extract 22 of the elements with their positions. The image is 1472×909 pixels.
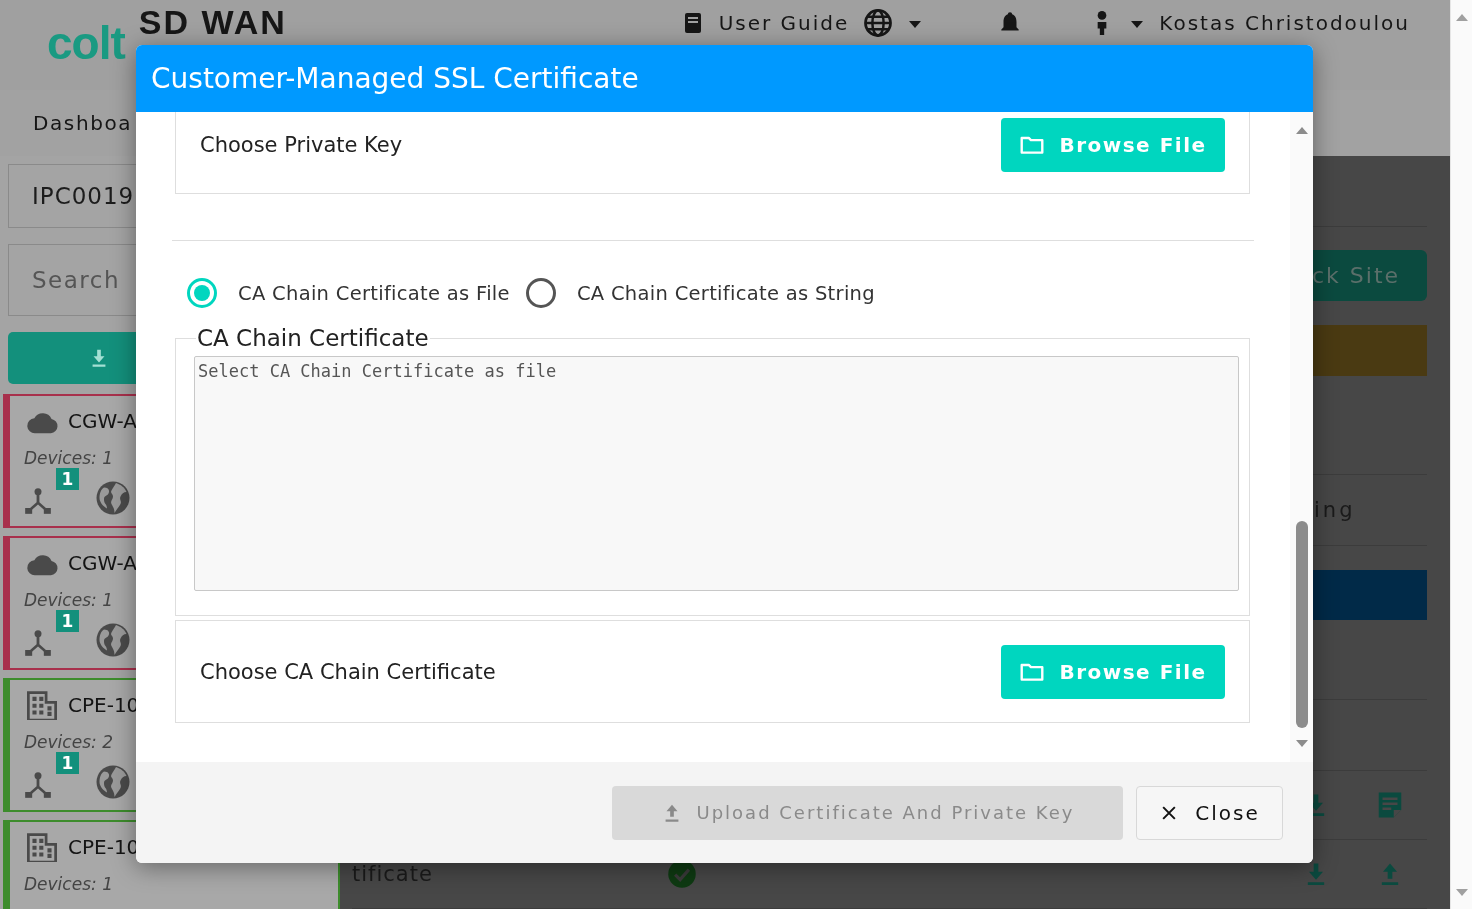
dialog-title: Customer-Managed SSL Certificate xyxy=(151,62,639,95)
device-count: Devices: 1 xyxy=(24,874,114,894)
radio-label[interactable]: CA Chain Certificate as String xyxy=(576,281,875,305)
certificate-text-area[interactable]: Select CA Chain Certificate as file xyxy=(194,356,1239,591)
count-badge: 1 xyxy=(56,752,79,774)
field-label: Choose Private Key xyxy=(200,132,403,157)
user-guide-link[interactable]: User Guide xyxy=(718,11,850,35)
nav-tab[interactable]: Dashboa xyxy=(33,111,133,135)
count-badge: 1 xyxy=(56,468,79,490)
device-count: Devices: 2 xyxy=(24,732,114,752)
user-name[interactable]: Kostas Christodoulou xyxy=(1159,11,1410,35)
site-name: CGW-A xyxy=(68,409,137,433)
field-label: Choose CA Chain Certificate xyxy=(200,659,496,684)
site-name: CGW-A xyxy=(68,551,137,575)
product-name: SD WAN xyxy=(138,3,287,41)
device-count: Devices: 1 xyxy=(24,448,114,468)
device-count: Devices: 1 xyxy=(24,590,114,610)
logo: colt xyxy=(47,16,125,70)
radio-label[interactable]: CA Chain Certificate as File xyxy=(238,281,510,305)
count-badge: 1 xyxy=(56,610,79,632)
group-title: CA Chain Certificate xyxy=(196,326,430,350)
close-button[interactable]: Close xyxy=(1136,785,1283,840)
